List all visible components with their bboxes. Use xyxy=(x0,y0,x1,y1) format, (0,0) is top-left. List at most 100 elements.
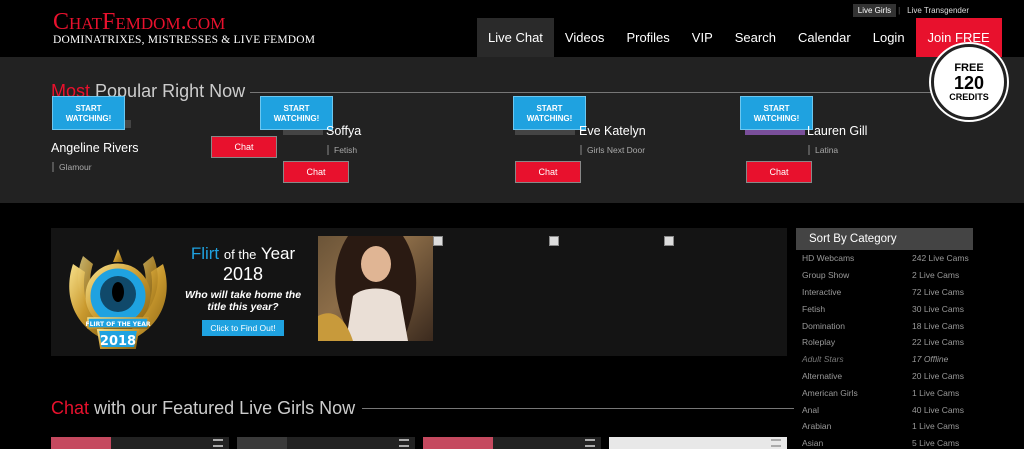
flirt-heading: Flirt of the Year xyxy=(181,244,305,264)
nav-vip[interactable]: VIP xyxy=(681,18,724,57)
category-row[interactable]: Fetish 30 Live Cams xyxy=(796,300,973,317)
category-count: 17 Offline xyxy=(912,354,949,365)
category-row[interactable]: Anal 40 Live Cams xyxy=(796,401,973,418)
category-row[interactable]: Arabian 1 Live Cams xyxy=(796,418,973,435)
category-row[interactable]: Alternative 20 Live Cams xyxy=(796,368,973,385)
start-watching-button[interactable]: START WATCHING! xyxy=(740,96,813,130)
flirt-year: 2018 xyxy=(222,264,264,284)
page: ChatFemdom.com Dominatrixes, Mistresses … xyxy=(0,0,1024,449)
category-count: 242 Live Cams xyxy=(912,253,969,264)
broken-image-icon xyxy=(664,236,674,246)
top-link-live-transgender[interactable]: Live Transgender xyxy=(902,4,974,17)
category-name[interactable]: Fetish xyxy=(802,304,912,314)
of-the-word: of the xyxy=(223,247,257,262)
category-row[interactable]: Interactive 72 Live Cams xyxy=(796,284,973,301)
start-watching-button[interactable]: START WATCHING! xyxy=(260,96,333,130)
featured-card[interactable] xyxy=(423,437,601,449)
featured-title-highlight: Chat xyxy=(51,398,90,418)
nav-profiles[interactable]: Profiles xyxy=(615,18,680,57)
nav-calendar[interactable]: Calendar xyxy=(787,18,862,57)
header: ChatFemdom.com Dominatrixes, Mistresses … xyxy=(0,0,1024,57)
banner-photo[interactable] xyxy=(318,236,433,341)
category-name[interactable]: Arabian xyxy=(802,421,912,431)
category-row[interactable]: Adult Stars 17 Offline xyxy=(796,351,973,368)
broken-image-icon xyxy=(433,236,443,246)
category-row[interactable]: Roleplay 22 Live Cams xyxy=(796,334,973,351)
category-name[interactable]: Group Show xyxy=(802,270,912,280)
featured-title: Chat with our Featured Live Girls Now xyxy=(51,398,355,419)
menu-icon[interactable] xyxy=(585,439,595,447)
featured-title-rest: with our Featured Live Girls Now xyxy=(94,398,356,418)
site-logo[interactable]: ChatFemdom.com Dominatrixes, Mistresses … xyxy=(53,10,315,46)
logo-tagline: Dominatrixes, Mistresses & Live Femdom xyxy=(53,34,316,46)
year-word: Year xyxy=(260,244,296,263)
performer-category: Glamour xyxy=(52,162,92,172)
top-link-live-girls[interactable]: Live Girls xyxy=(852,4,897,17)
category-name[interactable]: HD Webcams xyxy=(802,253,912,263)
flirt-question: Who will take home the title this year? xyxy=(184,289,302,313)
category-row[interactable]: American Girls 1 Live Cams xyxy=(796,384,973,401)
category-name[interactable]: Asian xyxy=(802,438,912,448)
featured-title-divider xyxy=(362,408,794,409)
menu-icon[interactable] xyxy=(771,439,781,447)
nav-search[interactable]: Search xyxy=(724,18,787,57)
category-name[interactable]: Alternative xyxy=(802,371,912,381)
sort-title: Sort By Category xyxy=(796,228,973,250)
chat-button[interactable]: Chat xyxy=(283,161,349,183)
badge-line2: 120 xyxy=(953,72,985,93)
sort-by-category: Sort By Category HD Webcams 242 Live Cams… xyxy=(796,228,973,449)
category-name[interactable]: Domination xyxy=(802,321,912,331)
category-row[interactable]: Domination 18 Live Cams xyxy=(796,317,973,334)
find-out-button[interactable]: Click to Find Out! xyxy=(202,320,284,336)
category-count: 1 Live Cams xyxy=(912,387,960,398)
chat-button[interactable]: Chat xyxy=(515,161,581,183)
category-row[interactable]: HD Webcams 242 Live Cams xyxy=(796,250,973,267)
category-count: 18 Live Cams xyxy=(912,320,964,331)
category-count: 20 Live Cams xyxy=(912,370,964,381)
category-count: 22 Live Cams xyxy=(912,337,964,348)
category-name[interactable]: Interactive xyxy=(802,287,912,297)
chat-button[interactable]: Chat xyxy=(211,136,277,158)
performer-category: Latina xyxy=(808,145,838,155)
performer-name[interactable]: Lauren Gill xyxy=(807,124,867,138)
badge-line3: CREDITS xyxy=(949,91,989,102)
flirt-of-year-banner[interactable]: FLIRT OF THE YEAR 2018 Flirt of the Year… xyxy=(51,228,787,356)
flirt-word: Flirt xyxy=(190,244,220,263)
category-name[interactable]: Roleplay xyxy=(802,337,912,347)
featured-card[interactable] xyxy=(237,437,415,449)
performer-name[interactable]: Eve Katelyn xyxy=(579,124,646,138)
nav-live-chat[interactable]: Live Chat xyxy=(477,18,554,57)
category-name[interactable]: Adult Stars xyxy=(802,354,912,364)
logo-brand: ChatFemdom.com xyxy=(53,9,226,35)
category-count: 5 Live Cams xyxy=(912,438,960,449)
broken-image-icon xyxy=(549,236,559,246)
performer-name[interactable]: Soffya xyxy=(326,124,361,138)
featured-card[interactable] xyxy=(609,437,787,449)
nav-login[interactable]: Login xyxy=(862,18,916,57)
flirt-text-block: Flirt of the Year 2018 Who will take hom… xyxy=(181,244,305,336)
start-watching-button[interactable]: START WATCHING! xyxy=(513,96,586,130)
category-row[interactable]: Group Show 2 Live Cams xyxy=(796,267,973,284)
category-name[interactable]: American Girls xyxy=(802,388,912,398)
award-emblem-icon: FLIRT OF THE YEAR 2018 xyxy=(69,249,167,349)
menu-icon[interactable] xyxy=(399,439,409,447)
model-photo-icon xyxy=(318,236,417,341)
main-nav: Live Chat Videos Profiles VIP Search Cal… xyxy=(477,18,1002,57)
performer-name[interactable]: Angeline Rivers xyxy=(51,141,139,155)
featured-card[interactable] xyxy=(51,437,229,449)
category-count: 1 Live Cams xyxy=(912,421,960,432)
popular-title-divider xyxy=(250,92,940,93)
start-watching-button[interactable]: START WATCHING! xyxy=(52,96,125,130)
category-row[interactable]: Asian 5 Live Cams xyxy=(796,435,973,449)
top-links: Live Girls | Live Transgender xyxy=(852,4,974,17)
chat-button[interactable]: Chat xyxy=(746,161,812,183)
nav-videos[interactable]: Videos xyxy=(554,18,616,57)
featured-thumb xyxy=(423,437,493,449)
category-count: 72 Live Cams xyxy=(912,286,964,297)
free-credits-badge[interactable]: FREE 120 CREDITS xyxy=(931,44,1007,120)
category-name[interactable]: Anal xyxy=(802,405,912,415)
featured-thumb xyxy=(237,437,287,449)
category-count: 40 Live Cams xyxy=(912,404,964,415)
menu-icon[interactable] xyxy=(213,439,223,447)
performer-category: Fetish xyxy=(327,145,357,155)
